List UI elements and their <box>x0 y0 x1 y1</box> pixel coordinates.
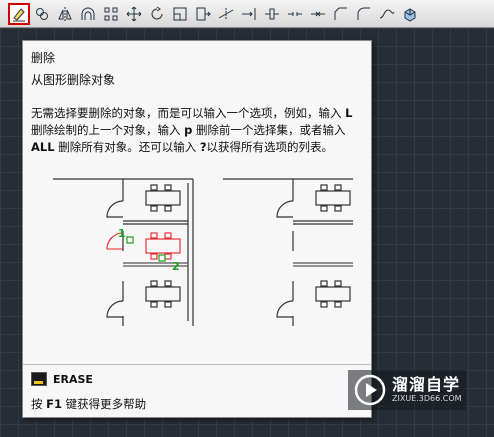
desc-text-5: 以获得所有选项的列表。 <box>206 140 334 154</box>
trim-icon <box>218 7 234 20</box>
offset-icon <box>81 7 95 20</box>
mirror-icon <box>58 6 72 21</box>
command-name-row: ERASE <box>31 372 93 386</box>
eraser-icon <box>13 7 25 21</box>
break-icon <box>288 11 302 16</box>
rotate-tool[interactable] <box>146 3 168 25</box>
chamfer-icon <box>334 7 347 20</box>
fillet-icon <box>357 7 370 20</box>
blend-tool[interactable] <box>376 3 398 25</box>
erase-tool[interactable] <box>8 2 30 25</box>
command-tooltip: 删除 从图形删除对象 无需选择要删除的对象，而是可以输入一个选项，例如，输入 L… <box>22 40 372 418</box>
join-icon <box>311 11 325 16</box>
extend-tool[interactable] <box>238 3 260 25</box>
break-at-point-tool[interactable] <box>261 3 283 25</box>
help-prefix: 按 <box>31 397 47 411</box>
blend-icon <box>379 8 395 18</box>
desc-text-1: 无需选择要删除的对象，而是可以输入一个选项，例如，输入 <box>31 106 346 120</box>
desc-key-all: ALL <box>31 140 55 154</box>
watermark-name: 溜溜自学 <box>392 375 461 394</box>
pick-point-1-label: 1 <box>118 227 126 240</box>
explode-icon <box>404 7 416 22</box>
rotate-icon <box>151 6 163 19</box>
pick-point-2-label: 2 <box>172 260 180 273</box>
desc-text-3: 删除前一个选择集，或者输入 <box>192 123 346 137</box>
stretch-tool[interactable] <box>192 3 214 25</box>
scale-icon <box>173 7 187 20</box>
help-key: F1 <box>46 397 63 411</box>
scale-tool[interactable] <box>169 3 191 25</box>
mirror-tool[interactable] <box>54 3 76 25</box>
break-tool[interactable] <box>284 3 306 25</box>
desc-key-l: L <box>345 106 353 120</box>
help-suffix: 键获得更多帮助 <box>62 397 147 411</box>
modify-toolbar <box>0 0 494 28</box>
break-at-point-icon <box>265 8 279 19</box>
trim-tool[interactable] <box>215 3 237 25</box>
copy-icon <box>36 7 48 20</box>
watermark: 溜溜自学 ZIXUE.3D66.COM <box>348 370 466 410</box>
array-tool[interactable] <box>100 3 122 25</box>
desc-key-question: ? <box>199 140 207 154</box>
command-name: ERASE <box>53 372 93 386</box>
tooltip-summary: 从图形删除对象 <box>31 73 116 87</box>
erase-illustration: 1 2 <box>53 178 353 326</box>
tooltip-divider <box>23 364 371 365</box>
move-icon <box>126 6 142 21</box>
chamfer-tool[interactable] <box>330 3 352 25</box>
join-tool[interactable] <box>307 3 329 25</box>
tooltip-title: 删除 <box>31 51 56 65</box>
move-tool[interactable] <box>123 3 145 25</box>
offset-tool[interactable] <box>77 3 99 25</box>
help-hint: 按 F1 键获得更多帮助 <box>31 396 146 412</box>
array-icon <box>104 7 118 20</box>
tooltip-description: 无需选择要删除的对象，而是可以输入一个选项，例如，输入 L 删除绘制的上一个对象，… <box>31 105 367 156</box>
command-line-icon <box>31 372 47 386</box>
copy-tool[interactable] <box>31 3 53 25</box>
explode-tool[interactable] <box>399 3 421 25</box>
play-logo-icon <box>354 374 386 406</box>
stretch-icon <box>196 7 211 20</box>
watermark-url: ZIXUE.3D66.COM <box>392 394 462 403</box>
extend-icon <box>242 7 256 20</box>
desc-text-4: 删除所有对象。还可以输入 <box>54 140 200 154</box>
fillet-tool[interactable] <box>353 3 375 25</box>
desc-text-2: 删除绘制的上一个对象，输入 <box>31 123 185 137</box>
